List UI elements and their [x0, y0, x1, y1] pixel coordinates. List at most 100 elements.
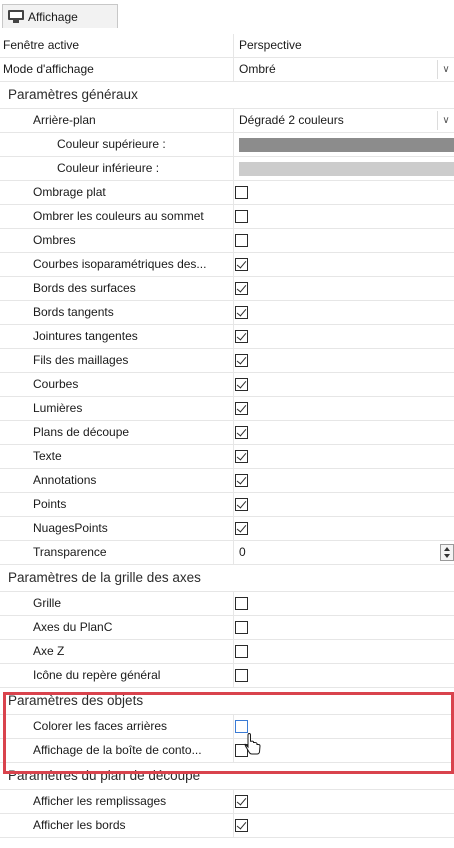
section-general[interactable]: Paramètres généraux — [0, 82, 454, 109]
row-backface-color[interactable]: Colorer les faces arrières — [0, 715, 454, 739]
bbox-display-checkbox[interactable] — [235, 744, 248, 757]
row-active-window[interactable]: Fenêtre active Perspective — [0, 34, 454, 58]
world-axes-icon-checkbox[interactable] — [235, 669, 248, 682]
flat-shading-checkbox[interactable] — [235, 186, 248, 199]
backface-color-checkbox[interactable] — [235, 720, 248, 733]
bottom-color-swatch[interactable] — [239, 162, 454, 176]
section-objects-label: Paramètres des objets — [8, 693, 144, 708]
row-bbox-display[interactable]: Affichage de la boîte de conto... — [0, 739, 454, 763]
row-background[interactable]: Arrière-plan Dégradé 2 couleurs ∨ — [0, 109, 454, 133]
row-tangent-edges[interactable]: Bords tangents — [0, 301, 454, 325]
active-window-value: Perspective — [239, 38, 302, 52]
tab-bar: Affichage — [0, 0, 454, 28]
vertex-colors-checkbox[interactable] — [235, 210, 248, 223]
points-label: Points — [33, 497, 67, 511]
grid-checkbox[interactable] — [235, 597, 248, 610]
transparency-spinner[interactable] — [440, 544, 454, 561]
tangent-seams-label: Jointures tangentes — [33, 329, 138, 343]
row-world-axes-icon[interactable]: Icône du repère général — [0, 664, 454, 688]
row-annotations[interactable]: Annotations — [0, 469, 454, 493]
iso-curves-checkbox[interactable] — [235, 258, 248, 271]
property-grid: Fenêtre active Perspective Mode d'affich… — [0, 34, 454, 838]
display-mode-value[interactable]: Ombré — [239, 58, 454, 81]
lights-checkbox[interactable] — [235, 402, 248, 415]
lights-label: Lumières — [33, 401, 83, 415]
text-label: Texte — [33, 449, 62, 463]
row-grid[interactable]: Grille — [0, 592, 454, 616]
row-text[interactable]: Texte — [0, 445, 454, 469]
annotations-checkbox[interactable] — [235, 474, 248, 487]
section-grid-label: Paramètres de la grille des axes — [8, 570, 201, 585]
row-z-axis[interactable]: Axe Z — [0, 640, 454, 664]
row-transparency[interactable]: Transparence 0 — [0, 541, 454, 565]
section-objects[interactable]: Paramètres des objets — [0, 688, 454, 715]
row-flat-shading[interactable]: Ombrage plat — [0, 181, 454, 205]
shadows-label: Ombres — [33, 233, 76, 247]
transparency-value[interactable]: 0 — [239, 541, 454, 564]
tangent-edges-checkbox[interactable] — [235, 306, 248, 319]
transparency-label: Transparence — [33, 545, 107, 559]
row-surface-edges[interactable]: Bords des surfaces — [0, 277, 454, 301]
section-grid[interactable]: Paramètres de la grille des axes — [0, 565, 454, 592]
spin-up-icon[interactable] — [444, 547, 450, 551]
point-clouds-checkbox[interactable] — [235, 522, 248, 535]
shadows-checkbox[interactable] — [235, 234, 248, 247]
row-vertex-colors[interactable]: Ombrer les couleurs au sommet — [0, 205, 454, 229]
row-cplane-axes[interactable]: Axes du PlanC — [0, 616, 454, 640]
world-axes-icon-label: Icône du repère général — [33, 668, 161, 682]
chevron-down-icon: ∨ — [442, 64, 450, 75]
background-dropdown-button[interactable]: ∨ — [437, 111, 454, 130]
mesh-wires-checkbox[interactable] — [235, 354, 248, 367]
row-top-color[interactable]: Couleur supérieure : — [0, 133, 454, 157]
z-axis-checkbox[interactable] — [235, 645, 248, 658]
section-clipping[interactable]: Paramètres du plan de découpe — [0, 763, 454, 790]
backface-color-label: Colorer les faces arrières — [33, 719, 168, 733]
row-tangent-seams[interactable]: Jointures tangentes — [0, 325, 454, 349]
chevron-down-icon: ∨ — [442, 115, 450, 126]
background-value[interactable]: Dégradé 2 couleurs — [239, 109, 454, 132]
row-clipping-planes[interactable]: Plans de découpe — [0, 421, 454, 445]
row-display-mode[interactable]: Mode d'affichage Ombré ∨ — [0, 58, 454, 82]
points-checkbox[interactable] — [235, 498, 248, 511]
show-edges-checkbox[interactable] — [235, 819, 248, 832]
show-fills-label: Afficher les remplissages — [33, 794, 167, 808]
row-show-edges[interactable]: Afficher les bords — [0, 814, 454, 838]
bbox-display-label: Affichage de la boîte de conto... — [33, 743, 202, 757]
row-lights[interactable]: Lumières — [0, 397, 454, 421]
show-edges-label: Afficher les bords — [33, 818, 126, 832]
clipping-planes-checkbox[interactable] — [235, 426, 248, 439]
tab-label: Affichage — [28, 9, 78, 24]
row-bottom-color[interactable]: Couleur inférieure : — [0, 157, 454, 181]
section-general-label: Paramètres généraux — [8, 87, 138, 102]
row-mesh-wires[interactable]: Fils des maillages — [0, 349, 454, 373]
show-fills-checkbox[interactable] — [235, 795, 248, 808]
display-mode-dropdown-button[interactable]: ∨ — [437, 60, 454, 79]
cplane-axes-checkbox[interactable] — [235, 621, 248, 634]
row-show-fills[interactable]: Afficher les remplissages — [0, 790, 454, 814]
tangent-seams-checkbox[interactable] — [235, 330, 248, 343]
active-window-label: Fenêtre active — [3, 38, 80, 52]
vertex-colors-label: Ombrer les couleurs au sommet — [33, 209, 204, 223]
row-points[interactable]: Points — [0, 493, 454, 517]
tangent-edges-label: Bords tangents — [33, 305, 114, 319]
top-color-swatch[interactable] — [239, 138, 454, 152]
text-checkbox[interactable] — [235, 450, 248, 463]
point-clouds-label: NuagesPoints — [33, 521, 108, 535]
grid-label: Grille — [33, 596, 62, 610]
row-shadows[interactable]: Ombres — [0, 229, 454, 253]
bottom-color-label: Couleur inférieure : — [57, 161, 160, 175]
flat-shading-label: Ombrage plat — [33, 185, 106, 199]
row-curves[interactable]: Courbes — [0, 373, 454, 397]
row-iso-curves[interactable]: Courbes isoparamétriques des... — [0, 253, 454, 277]
z-axis-label: Axe Z — [33, 644, 65, 658]
curves-checkbox[interactable] — [235, 378, 248, 391]
spin-down-icon[interactable] — [444, 554, 450, 558]
surface-edges-label: Bords des surfaces — [33, 281, 136, 295]
annotations-label: Annotations — [33, 473, 97, 487]
curves-label: Courbes — [33, 377, 79, 391]
surface-edges-checkbox[interactable] — [235, 282, 248, 295]
section-clipping-label: Paramètres du plan de découpe — [8, 768, 201, 783]
row-point-clouds[interactable]: NuagesPoints — [0, 517, 454, 541]
top-color-label: Couleur supérieure : — [57, 137, 166, 151]
tab-affichage[interactable]: Affichage — [2, 4, 118, 28]
